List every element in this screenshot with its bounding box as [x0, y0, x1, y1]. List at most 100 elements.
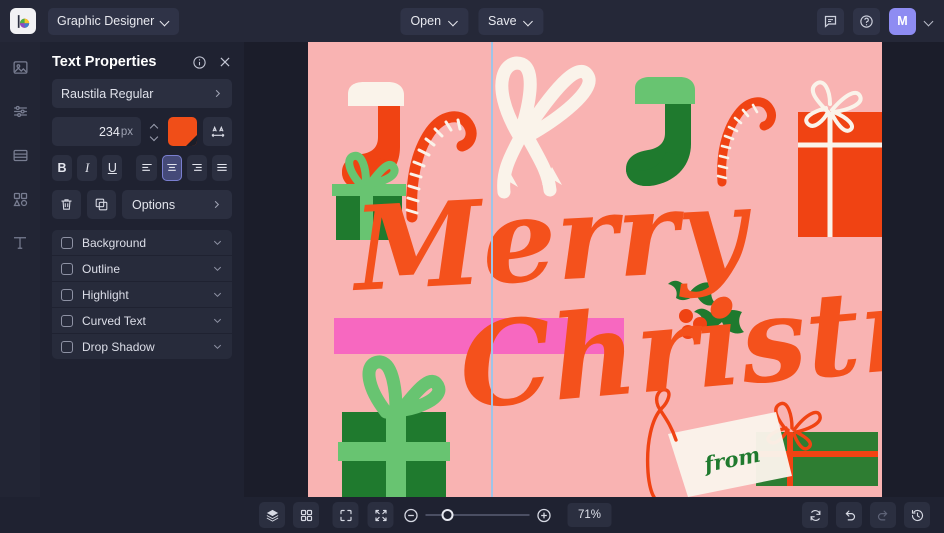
align-center-icon[interactable]: [161, 155, 182, 181]
save-button[interactable]: Save: [478, 7, 544, 35]
font-family-selector[interactable]: Raustila Regular: [52, 79, 232, 108]
font-size-stepper[interactable]: [147, 117, 162, 146]
toggle-row-curved-text[interactable]: Curved Text: [52, 308, 232, 333]
comment-icon[interactable]: [817, 7, 844, 35]
document-type-button[interactable]: Graphic Designer: [48, 7, 180, 35]
align-left-icon[interactable]: [136, 155, 157, 181]
reset-icon[interactable]: [802, 502, 828, 528]
checkbox[interactable]: [61, 288, 73, 301]
font-size-unit: px: [120, 125, 133, 138]
document-type-label: Graphic Designer: [57, 14, 155, 28]
chevron-right-icon: [212, 88, 223, 99]
image-icon[interactable]: [7, 54, 33, 80]
checkbox[interactable]: [61, 262, 73, 275]
toggle-row-background[interactable]: Background: [52, 230, 232, 255]
font-family-label: Raustila Regular: [61, 86, 154, 101]
adjust-sliders-icon[interactable]: [7, 98, 33, 124]
chevron-down-icon: [525, 17, 534, 26]
options-label: Options: [132, 197, 176, 212]
fullscreen-icon[interactable]: [332, 502, 359, 528]
avatar-initial: M: [897, 14, 908, 28]
bold-button[interactable]: B: [52, 155, 73, 181]
chevron-down-icon: [161, 17, 170, 26]
checkbox[interactable]: [61, 314, 73, 327]
zoom-slider-knob[interactable]: [441, 509, 454, 521]
bold-label: B: [57, 161, 67, 175]
page-title: Text Properties: [52, 54, 157, 70]
chevron-right-icon: [211, 199, 222, 210]
avatar[interactable]: M: [889, 7, 916, 35]
text-t-icon[interactable]: [7, 230, 33, 256]
checkbox[interactable]: [61, 340, 73, 353]
undo-icon[interactable]: [836, 502, 862, 528]
open-button[interactable]: Open: [400, 7, 469, 35]
align-right-icon[interactable]: [186, 155, 207, 181]
letter-spacing-icon[interactable]: [203, 117, 232, 146]
main-body: Text Properties Raustila Regular 234 px …: [0, 42, 944, 497]
fit-to-screen-icon[interactable]: [367, 502, 394, 528]
zoom-out-icon[interactable]: [403, 507, 420, 524]
chevron-down-icon[interactable]: [212, 289, 223, 300]
stepper-up-icon[interactable]: [151, 125, 158, 130]
font-size-row: 234 px: [52, 117, 232, 146]
canvas-area[interactable]: from Merry Christmas: [244, 42, 944, 497]
elements-grid-icon[interactable]: [7, 186, 33, 212]
text-effect-toggles: Background Outline Highlight Curved Text…: [52, 230, 232, 359]
history-controls: [802, 502, 930, 528]
options-row: Options: [52, 190, 232, 219]
toggle-label: Outline: [82, 261, 121, 276]
close-x-icon[interactable]: [218, 55, 232, 69]
help-circle-icon[interactable]: [853, 7, 880, 35]
text-properties-panel: Text Properties Raustila Regular 234 px …: [40, 42, 244, 497]
checkbox[interactable]: [61, 236, 73, 249]
zoom-slider[interactable]: [425, 509, 530, 521]
history-icon[interactable]: [904, 502, 930, 528]
toggle-label: Highlight: [82, 287, 129, 302]
layout-icon[interactable]: [7, 142, 33, 168]
chevron-down-icon[interactable]: [212, 263, 223, 274]
text-color-swatch[interactable]: [168, 117, 197, 146]
app-logo-icon[interactable]: [10, 8, 36, 34]
chevron-down-icon[interactable]: [925, 17, 934, 26]
align-justify-icon[interactable]: [211, 155, 233, 181]
zoom-controls: 71%: [332, 502, 612, 528]
chevron-down-icon[interactable]: [212, 341, 223, 352]
toggle-row-drop-shadow[interactable]: Drop Shadow: [52, 334, 232, 359]
app-root: Graphic Designer Open Save M Text Proper…: [0, 0, 944, 533]
underline-label: U: [107, 161, 117, 175]
bottom-left-tools: [259, 502, 319, 528]
chevron-down-icon[interactable]: [212, 237, 223, 248]
italic-label: I: [85, 160, 90, 175]
grid-icon[interactable]: [293, 502, 319, 528]
top-bar: Graphic Designer Open Save M: [0, 0, 944, 42]
format-row: B I U: [52, 155, 233, 181]
underline-button[interactable]: U: [102, 155, 123, 181]
font-size-value: 234: [98, 124, 120, 139]
zoom-in-icon[interactable]: [536, 507, 553, 524]
font-size-input[interactable]: 234 px: [52, 117, 141, 146]
zoom-level-value[interactable]: 71%: [567, 503, 612, 527]
options-button[interactable]: Options: [122, 190, 232, 219]
tool-rail: [0, 42, 40, 497]
design-canvas[interactable]: from Merry Christmas: [308, 42, 882, 497]
alignment-guide-vertical: [491, 42, 493, 497]
info-circle-icon[interactable]: [192, 55, 207, 70]
orange-gift-tall: [798, 80, 882, 237]
toggle-label: Curved Text: [82, 313, 146, 328]
open-label: Open: [410, 14, 442, 28]
trash-icon[interactable]: [52, 190, 81, 219]
redo-icon[interactable]: [870, 502, 896, 528]
green-gift-stack: [338, 355, 450, 497]
panel-header: Text Properties: [52, 54, 232, 70]
toggle-row-highlight[interactable]: Highlight: [52, 282, 232, 307]
chevron-down-icon[interactable]: [212, 315, 223, 326]
file-actions: Open Save: [400, 7, 544, 35]
italic-button[interactable]: I: [77, 155, 98, 181]
save-label: Save: [488, 14, 517, 28]
stepper-down-icon[interactable]: [151, 134, 158, 139]
chevron-down-icon: [449, 17, 458, 26]
layers-icon[interactable]: [259, 502, 285, 528]
bottom-bar: 71%: [0, 497, 944, 533]
toggle-row-outline[interactable]: Outline: [52, 256, 232, 281]
duplicate-icon[interactable]: [87, 190, 116, 219]
